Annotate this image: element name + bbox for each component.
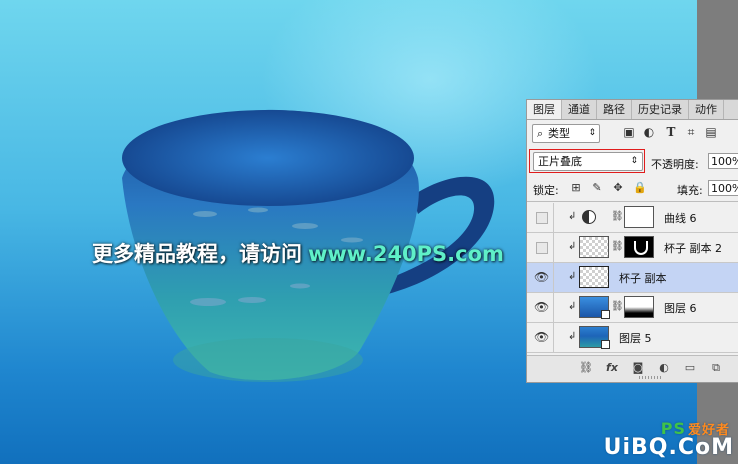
layer-mask-thumbnail[interactable] bbox=[624, 206, 654, 228]
layer-name[interactable]: 图层 5 bbox=[619, 330, 652, 346]
lock-position-icon[interactable]: ✥ bbox=[612, 182, 624, 194]
tab-paths[interactable]: 路径 bbox=[597, 100, 632, 119]
visibility-toggle[interactable]: 👁 bbox=[527, 263, 554, 292]
hidden-visibility-box bbox=[536, 242, 548, 254]
lock-all-icon[interactable]: 🔒 bbox=[633, 182, 647, 194]
link-layers-icon[interactable]: ⛓ bbox=[579, 361, 593, 375]
eye-icon: 👁 bbox=[534, 270, 550, 284]
layer-row[interactable]: 👁 ↲ ⛓ 图层 6 bbox=[527, 293, 738, 323]
link-chain-icon[interactable]: ⛓ bbox=[611, 241, 624, 252]
layer-row[interactable]: ↲ ⛓ 杯子 副本 2 bbox=[527, 233, 738, 263]
site-watermark: PS 爱好者 UiBQ.CoM bbox=[603, 419, 734, 460]
layer-thumbnail[interactable] bbox=[579, 236, 609, 258]
panel-tabs: 图层 通道 路径 历史记录 动作 bbox=[527, 100, 738, 120]
filter-kind-label: 类型 bbox=[548, 127, 570, 140]
resize-grip[interactable] bbox=[639, 376, 663, 379]
lock-row: 锁定: ⊞ ✎ ✥ 🔒 填充: 100% bbox=[527, 177, 738, 202]
opacity-field[interactable]: 100% bbox=[708, 153, 738, 169]
lock-transparent-icon[interactable]: ⊞ bbox=[570, 182, 582, 194]
layer-mask-thumbnail[interactable] bbox=[624, 236, 654, 258]
smart-object-badge-icon bbox=[601, 340, 610, 349]
new-group-icon[interactable]: ▭ bbox=[683, 361, 697, 375]
fill-label: 填充: bbox=[677, 184, 703, 197]
eye-icon: 👁 bbox=[534, 300, 550, 314]
layer-name[interactable]: 杯子 副本 2 bbox=[664, 240, 722, 256]
new-layer-icon[interactable]: ⧉ bbox=[709, 361, 723, 375]
lock-brush-icon[interactable]: ✎ bbox=[591, 182, 603, 194]
headline-url[interactable]: www.240PS.com bbox=[308, 242, 504, 266]
filter-kind-select[interactable]: ⌕ 类型 ⇕ bbox=[532, 124, 600, 143]
add-mask-icon[interactable]: ◙ bbox=[631, 361, 645, 375]
layer-name[interactable]: 曲线 6 bbox=[664, 210, 697, 226]
layer-thumbnail[interactable] bbox=[579, 266, 609, 288]
watermark-ps: PS bbox=[660, 419, 686, 438]
visibility-toggle[interactable]: 👁 bbox=[527, 323, 554, 352]
hidden-visibility-box bbox=[536, 212, 548, 224]
headline-text: 更多精品教程，请访问 bbox=[92, 242, 302, 266]
updown-arrow-icon: ⇕ bbox=[588, 128, 596, 138]
clipping-arrow-icon: ↲ bbox=[568, 331, 577, 342]
link-chain-icon[interactable]: ⛓ bbox=[611, 301, 624, 312]
tab-layers[interactable]: 图层 bbox=[527, 100, 562, 119]
layer-name[interactable]: 杯子 副本 bbox=[619, 270, 667, 286]
blend-row: 正片叠底 ⇕ 不透明度: 100% bbox=[527, 147, 738, 175]
blend-mode-select[interactable]: 正片叠底 ⇕ bbox=[533, 152, 643, 171]
fill-field[interactable]: 100% bbox=[708, 180, 738, 196]
clipping-arrow-icon: ↲ bbox=[568, 241, 577, 252]
watermark-brand: UiBQ.CoM bbox=[603, 435, 734, 460]
lock-label: 锁定: bbox=[533, 184, 559, 197]
layer-row[interactable]: 👁 ↲ 图层 5 bbox=[527, 323, 738, 353]
type-filter-icon[interactable]: T bbox=[664, 125, 678, 139]
visibility-toggle[interactable] bbox=[527, 203, 554, 232]
updown-arrow-icon: ⇕ bbox=[630, 156, 638, 166]
tab-actions[interactable]: 动作 bbox=[689, 100, 724, 119]
layer-row[interactable]: ↲ ⛓ 曲线 6 bbox=[527, 203, 738, 233]
layer-row-selected[interactable]: 👁 ↲ 杯子 副本 bbox=[527, 263, 738, 293]
panel-bottom-bar: ⛓ fx ◙ ◐ ▭ ⧉ bbox=[527, 355, 738, 382]
layer-name[interactable]: 图层 6 bbox=[664, 300, 697, 316]
blend-mode-value: 正片叠底 bbox=[538, 155, 582, 168]
tab-channels[interactable]: 通道 bbox=[562, 100, 597, 119]
shape-filter-icon[interactable]: ⌗ bbox=[684, 125, 698, 139]
link-chain-icon[interactable]: ⛓ bbox=[611, 211, 624, 222]
clipping-arrow-icon: ↲ bbox=[568, 271, 577, 282]
curves-adjustment-icon bbox=[582, 210, 596, 224]
eye-icon: 👁 bbox=[534, 330, 550, 344]
new-adjustment-icon[interactable]: ◐ bbox=[657, 361, 671, 375]
tab-history[interactable]: 历史记录 bbox=[632, 100, 689, 119]
watermark-hanzi: 爱好者 bbox=[687, 423, 730, 438]
adjustment-filter-icon[interactable]: ◐ bbox=[642, 125, 656, 139]
opacity-label: 不透明度: bbox=[651, 158, 699, 171]
image-filter-icon[interactable]: ▣ bbox=[622, 125, 636, 139]
visibility-toggle[interactable] bbox=[527, 233, 554, 262]
promo-headline: 更多精品教程，请访问 www.240PS.com bbox=[92, 238, 504, 268]
visibility-toggle[interactable]: 👁 bbox=[527, 293, 554, 322]
smart-object-badge-icon bbox=[601, 310, 610, 319]
layer-mask-thumbnail[interactable] bbox=[624, 296, 654, 318]
clipping-arrow-icon: ↲ bbox=[568, 211, 577, 222]
clipping-arrow-icon: ↲ bbox=[568, 301, 577, 312]
smart-object-filter-icon[interactable]: ▤ bbox=[704, 125, 718, 139]
fx-icon[interactable]: fx bbox=[605, 361, 619, 375]
layers-panel: 图层 通道 路径 历史记录 动作 ⌕ 类型 ⇕ ▣ ◐ T ⌗ ▤ 正片叠底 ⇕… bbox=[526, 99, 738, 383]
search-icon: ⌕ bbox=[537, 127, 544, 140]
filter-row: ⌕ 类型 ⇕ ▣ ◐ T ⌗ ▤ bbox=[527, 121, 738, 145]
